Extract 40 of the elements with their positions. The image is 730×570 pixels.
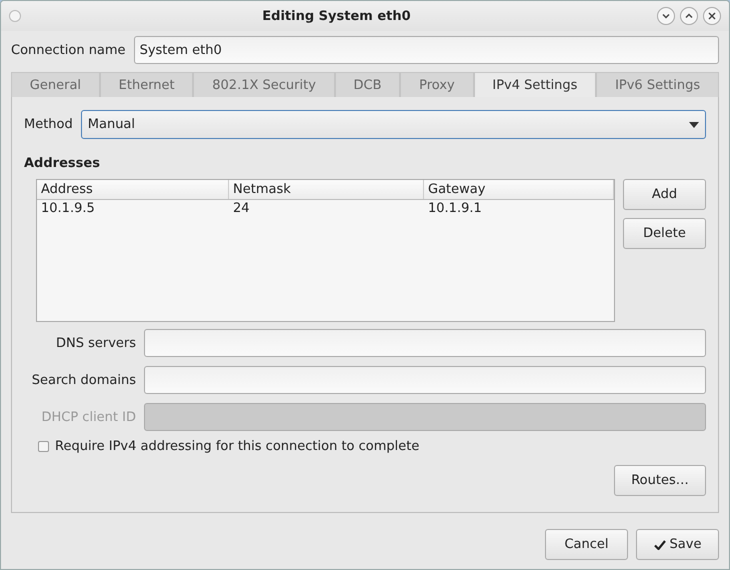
tab[interactable]: Ethernet [100, 72, 194, 97]
table-cell-text: 10.1.9.1 [427, 200, 483, 218]
column-header[interactable]: Address [37, 180, 229, 199]
column-header[interactable]: Netmask [229, 180, 424, 199]
connection-name-label: Connection name [11, 42, 126, 58]
tab[interactable]: General [11, 72, 100, 97]
method-dropdown[interactable]: Manual [80, 110, 706, 139]
column-header[interactable]: Gateway [424, 180, 614, 199]
tab[interactable]: Proxy [400, 72, 474, 97]
routes-button[interactable]: Routes… [614, 465, 706, 496]
field-label: Search domains [30, 372, 136, 388]
close-icon [708, 12, 716, 20]
tab[interactable]: IPv4 Settings [474, 72, 596, 97]
method-label: Method [24, 117, 73, 132]
maximize-button[interactable] [680, 7, 698, 25]
table-cell-text: 10.1.9.5 [40, 200, 96, 218]
text-field[interactable] [144, 366, 706, 394]
field-label: DNS servers [54, 336, 136, 350]
checkmark-icon [654, 540, 666, 550]
checkbox-label: Require IPv4 addressing for this connection to complete [55, 439, 420, 454]
chevron-down-icon [662, 12, 670, 20]
close-button[interactable] [703, 7, 721, 25]
checkbox[interactable] [38, 441, 49, 452]
field-label: DHCP client ID [40, 410, 136, 424]
connection-name-field[interactable]: System eth0 [134, 36, 719, 64]
window-menu-dot[interactable] [9, 10, 21, 22]
table-cell-text: 24 [232, 200, 251, 218]
chevron-up-icon [685, 12, 693, 20]
add-button[interactable]: Add [623, 179, 706, 210]
window-title: Editing System eth0 [261, 8, 412, 24]
tab[interactable]: IPv6 Settings [596, 72, 719, 97]
delete-button[interactable]: Delete [623, 218, 706, 249]
tab[interactable]: DCB [334, 72, 400, 97]
tab[interactable]: 802.1X Security [193, 72, 335, 97]
caret-icon [689, 122, 699, 128]
text-field[interactable] [144, 329, 706, 357]
save-button[interactable]: Save [636, 529, 719, 560]
addresses-heading: Addresses [24, 156, 101, 171]
cancel-button[interactable]: Cancel [545, 529, 628, 560]
minimize-button[interactable] [657, 7, 675, 25]
